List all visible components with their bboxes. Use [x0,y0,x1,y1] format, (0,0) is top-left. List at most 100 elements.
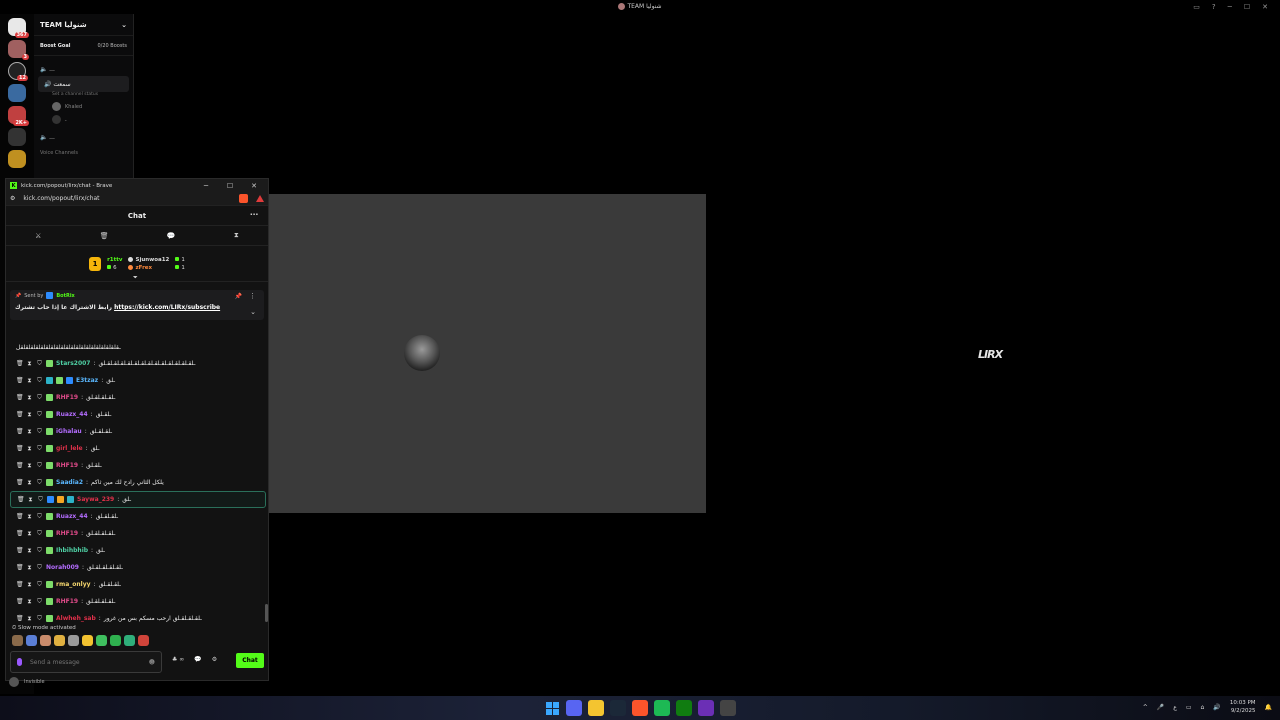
ban-icon[interactable]: ⛉ [36,377,43,385]
sword-icon[interactable]: ⚔ [35,232,41,240]
emoji-icon[interactable]: ☻ [149,659,155,666]
chat-message[interactable]: 🗑 ⧗ ⛉ rma_onlyy: ـلقـلقـلق [10,576,266,593]
timeout-icon[interactable]: ⧗ [26,564,33,572]
maximize-button[interactable]: ☐ [220,182,240,190]
server-icon[interactable]: 3 [8,40,29,60]
server-icon[interactable] [8,128,26,146]
trash-icon[interactable]: 🗑 [16,615,24,622]
minimize-button[interactable]: ─ [1228,3,1232,11]
steam-icon[interactable] [610,700,626,716]
chat-username[interactable]: Ihbihbhib [56,547,88,554]
subscribe-link[interactable]: https://kick.com/LIRx/subscribe [114,304,220,311]
ban-icon[interactable]: ⛉ [36,394,43,402]
chat-bubble-icon[interactable]: 💬 [167,232,176,240]
chat-message[interactable]: 🗑 ⧗ ⛉ Ruazx_44: ـلقـلقـلق [10,508,266,525]
minimize-button[interactable]: ─ [196,182,216,190]
timeout-icon[interactable]: ⧗ [26,428,33,436]
mic-icon[interactable]: 🎤 [1157,704,1164,711]
chat-username[interactable]: rma_onlyy [56,581,91,588]
chat-message[interactable]: 🗑 ⧗ ⛉ RHF19: ـلقـلقـلقـلق [10,593,266,610]
chat-message[interactable]: 🗑 ⧗ ⛉ RHF19: ـلقـلقـلقـلق [10,389,266,406]
chat-username[interactable]: Ruazx_44 [56,513,88,520]
trash-icon[interactable]: 🗑 [16,428,24,435]
chat-username[interactable]: iGhalau [56,428,82,435]
timeout-icon[interactable]: ⧗ [26,615,33,623]
pinned-message[interactable]: 📌 Sent by BotRix رابط الاشتراك عا إذا حا… [10,290,264,320]
chat-username[interactable]: E3tzaz [76,377,98,384]
more-icon[interactable]: ⋯ [250,210,258,219]
channel-status[interactable]: Set a channel status [34,92,133,100]
chat-username[interactable]: RHF19 [56,462,78,469]
emote-icon[interactable] [26,635,37,646]
chat-username[interactable]: Ruazx_44 [56,411,88,418]
timeout-icon[interactable]: ⧗ [27,496,34,504]
discord-home-icon[interactable]: 367 [8,18,29,38]
ban-icon[interactable]: ⛉ [36,581,43,589]
voice-channel-active[interactable]: 🔊 سمعت [38,76,129,92]
notification-icon[interactable]: 🔔 [1265,704,1272,711]
voice-channel[interactable]: 🔈 ـــ [34,130,133,144]
ban-icon[interactable]: ⛉ [36,513,43,521]
server-icon[interactable]: 12 [8,62,28,81]
settings-icon[interactable]: ⚙ [212,656,217,663]
server-header[interactable]: TEAM شنوليا ⌄ [34,14,133,36]
ban-icon[interactable]: ⛉ [36,564,43,572]
chat-message[interactable]: 🗑 ⧗ ⛉ E3tzaz: ـلق [10,372,266,389]
chat-bubble-icon[interactable]: 💬 [194,656,201,663]
emote-icon[interactable] [54,635,65,646]
trash-icon[interactable]: 🗑 [17,496,25,503]
volume-icon[interactable]: 🔊 [1213,704,1220,711]
ban-icon[interactable]: ⛉ [36,411,43,419]
trash-icon[interactable]: 🗑 [100,232,109,240]
trash-icon[interactable]: 🗑 [16,530,24,537]
emote-icon[interactable] [12,635,23,646]
trash-icon[interactable]: 🗑 [16,462,24,469]
network-icon[interactable]: ⌂ [1201,704,1205,711]
brave-icon[interactable] [632,700,648,716]
chat-message[interactable]: 🗑 ⧗ ⛉ Saywa_239: ـلق [10,491,266,508]
chat-username[interactable]: Alwheh_sab [56,615,96,622]
trash-icon[interactable]: 🗑 [16,598,24,605]
server-icon[interactable]: 2K+ [8,106,29,126]
timeout-icon[interactable]: ⧗ [26,479,33,487]
leaderboard-name[interactable]: r1ttv [107,257,122,263]
voice-channel[interactable]: 🔈 ـــ [34,62,133,76]
voice-member[interactable]: Khaled [34,100,133,113]
unpin-icon[interactable]: 📌 [235,293,242,300]
chat-username[interactable]: girl_lele [56,445,83,452]
chat-message[interactable]: 🗑 ⧗ ⛉ RHF19: ـلقـلقـلقـلق [10,525,266,542]
trash-icon[interactable]: 🗑 [16,513,24,520]
chat-message[interactable]: 🗑 ⧗ ⛉ Stars2007: ـلقـلقـلقـلقـلقـلقـلقـلقـلق… [10,355,266,372]
voice-member[interactable]: ـ [34,113,133,126]
mic-icon[interactable] [17,658,22,666]
timeout-icon[interactable]: ⧗ [26,513,33,521]
ban-icon[interactable]: ⛉ [36,445,43,453]
trash-icon[interactable]: 🗑 [16,394,24,401]
chat-message[interactable]: 🗑 ⧗ ⛉ girl_lele: ـلق [10,440,266,457]
discord-icon[interactable] [566,700,582,716]
ban-icon[interactable]: ⛉ [36,530,43,538]
message-input[interactable] [30,658,141,666]
display-icon[interactable]: ▭ [1186,704,1192,711]
send-chat-button[interactable]: Chat [236,653,264,668]
trash-icon[interactable]: 🗑 [16,445,24,452]
brave-shield-icon[interactable] [239,194,248,203]
timeout-icon[interactable]: ⧗ [26,394,33,402]
boost-goal[interactable]: Boost Goal 0/20 Boosts [34,36,133,56]
ban-icon[interactable]: ⛉ [36,428,43,436]
kick-icon[interactable] [698,700,714,716]
chat-message[interactable]: 🗑 ⧗ ⛉ iGhalau: ـلقـلقـلق [10,423,266,440]
timeout-icon[interactable]: ⧗ [26,530,33,538]
chat-message-list[interactable]: ـقلقلقلقلقلقلقلقلقلقلقلقلقلقلقلقلقلقلقلق… [10,344,266,623]
trash-icon[interactable]: 🗑 [16,581,24,588]
clock[interactable]: 10:03 PM 9/2/2025 [1230,699,1256,715]
windows-icon[interactable] [544,700,560,716]
files-icon[interactable] [588,700,604,716]
ban-icon[interactable]: ⛉ [36,360,43,368]
chat-message[interactable]: 🗑 ⧗ ⛉ Saadia2: يلكل الثاني رادح لك مين ثاكم [10,474,266,491]
chat-username[interactable]: RHF19 [56,394,78,401]
points-icon[interactable]: ♣ ∞ [172,656,184,663]
chat-message[interactable]: 🗑 ⧗ ⛉ RHF19: ـلقـلق [10,457,266,474]
ban-icon[interactable]: ⛉ [36,615,43,623]
timeout-icon[interactable]: ⧗ [26,377,33,385]
